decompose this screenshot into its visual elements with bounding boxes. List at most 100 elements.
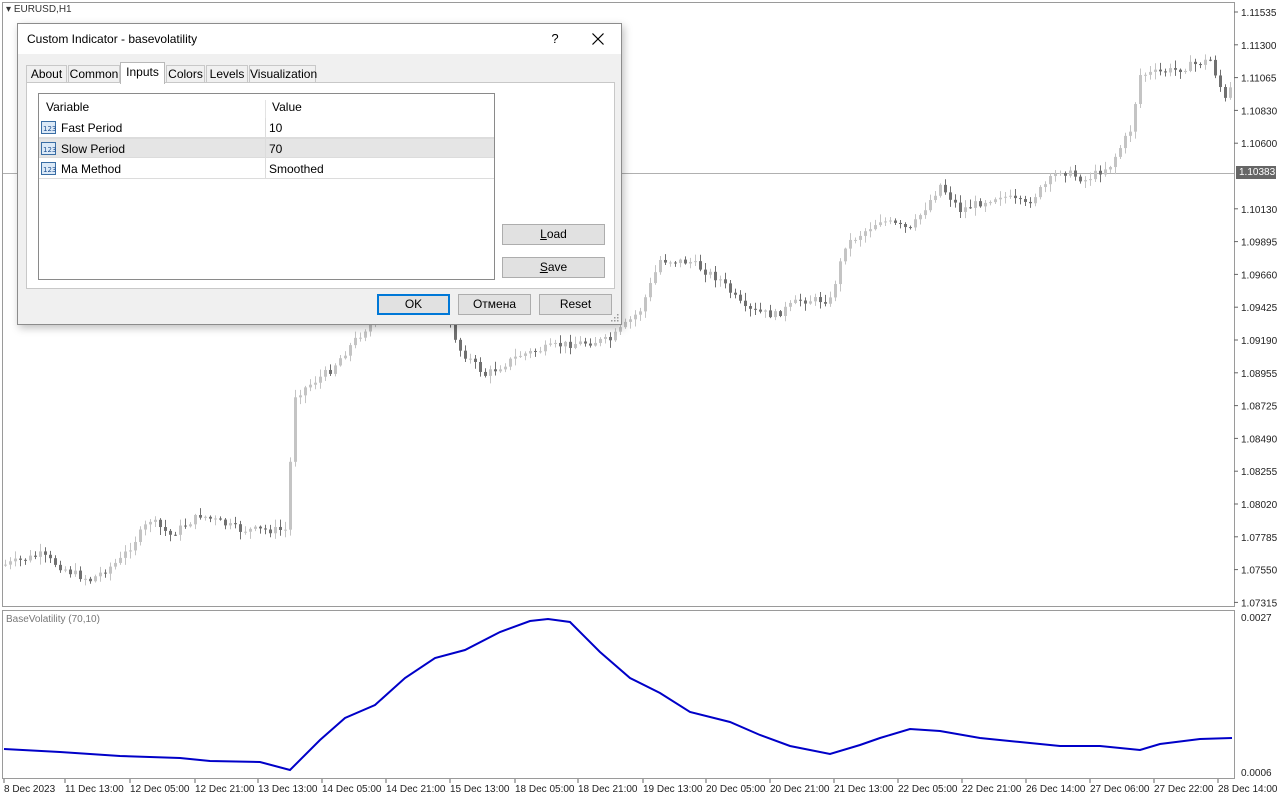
candle-body <box>584 341 587 344</box>
candle-body <box>1009 195 1012 197</box>
tab-colors[interactable]: Colors <box>166 65 205 83</box>
candle-body <box>489 369 492 376</box>
candle-body <box>1019 198 1022 200</box>
candle-body <box>889 220 892 222</box>
candle-body <box>634 314 637 320</box>
candle-body <box>1044 184 1047 187</box>
candle-body <box>209 516 212 519</box>
tab-inputs[interactable]: Inputs <box>120 62 165 84</box>
candle-body <box>1099 170 1102 175</box>
reset-button[interactable]: Reset <box>539 294 612 315</box>
tab-levels[interactable]: Levels <box>206 65 248 83</box>
candle-body <box>614 331 617 341</box>
variable-value[interactable]: Smoothed <box>269 162 324 176</box>
price-axis-label: 1.10600 <box>1241 139 1278 150</box>
candle-body <box>629 319 632 322</box>
candle-body <box>939 184 942 196</box>
price-axis-label: 1.08725 <box>1241 402 1278 413</box>
candle-body <box>119 557 122 563</box>
ok-button[interactable]: OK <box>377 294 450 315</box>
chart-symbol-label: ▾ EURUSD,H1 <box>6 4 72 15</box>
candle-body <box>874 225 877 230</box>
candle-body <box>654 272 657 284</box>
load-label: oad <box>546 227 567 241</box>
variable-value[interactable]: 70 <box>269 142 282 156</box>
candle-body <box>594 342 597 346</box>
candle-body <box>909 227 912 229</box>
table-row[interactable]: 123 Fast Period 10 <box>39 118 494 138</box>
inputs-table[interactable]: Variable Value 123 Fast Period 10 123 Sl… <box>38 93 495 280</box>
candle-body <box>1124 135 1127 149</box>
indicator-axis-label: 0.0006 <box>1241 768 1272 779</box>
time-axis-label: 19 Dec 13:00 <box>643 784 703 795</box>
candle-body <box>809 301 812 304</box>
time-axis-label: 14 Dec 05:00 <box>322 784 382 795</box>
candle-body <box>569 341 572 348</box>
time-axis-label: 21 Dec 13:00 <box>834 784 894 795</box>
cancel-button[interactable]: Отмена <box>458 294 531 315</box>
candle-body <box>14 558 17 562</box>
candle-body <box>359 337 362 339</box>
column-header-variable[interactable]: Variable <box>46 100 89 114</box>
candle-body <box>344 355 347 359</box>
time-axis-label: 20 Dec 05:00 <box>706 784 766 795</box>
candle-body <box>354 337 357 346</box>
price-axis-label: 1.08955 <box>1241 369 1278 380</box>
variable-name: Ma Method <box>61 162 122 176</box>
candle-body <box>174 534 177 536</box>
candle-body <box>1014 195 1017 199</box>
candle-body <box>1134 104 1137 132</box>
candle-body <box>784 306 787 316</box>
candle-body <box>994 199 997 203</box>
candle-body <box>134 541 137 551</box>
candle-body <box>834 284 837 298</box>
load-button[interactable]: Load <box>502 224 605 245</box>
tab-about[interactable]: About <box>26 65 67 83</box>
save-button[interactable]: Save <box>502 257 605 278</box>
candle-body <box>29 555 32 561</box>
candle-body <box>469 358 472 360</box>
candle-body <box>1039 186 1042 198</box>
candle-body <box>564 341 567 347</box>
candle-body <box>69 569 72 575</box>
table-row[interactable]: 123 Ma Method Smoothed <box>39 159 494 179</box>
tab-visualization[interactable]: Visualization <box>249 65 317 83</box>
candle-body <box>229 523 232 526</box>
tab-common[interactable]: Common <box>68 65 120 83</box>
candle-body <box>494 369 497 372</box>
candle-body <box>509 358 512 367</box>
candle-body <box>954 199 957 203</box>
indicator-frame <box>2 610 1235 779</box>
chart-menu-triangle-icon[interactable]: ▾ <box>6 4 11 15</box>
dialog-titlebar[interactable]: Custom Indicator - basevolatility ? <box>18 24 621 54</box>
candle-body <box>234 523 237 525</box>
candle-body <box>244 531 247 533</box>
candle-body <box>1224 87 1227 98</box>
close-button[interactable] <box>584 27 612 51</box>
candle-body <box>744 300 747 307</box>
candle-body <box>724 279 727 284</box>
table-row[interactable]: 123 Slow Period 70 <box>39 138 494 159</box>
candle-body <box>1144 74 1147 76</box>
price-axis-label: 1.11535 <box>1241 8 1277 19</box>
candle-body <box>284 529 287 531</box>
variable-value[interactable]: 10 <box>269 121 282 135</box>
candle-body <box>1089 179 1092 181</box>
column-header-value[interactable]: Value <box>272 100 302 114</box>
candle-body <box>764 310 767 312</box>
help-button[interactable]: ? <box>544 28 566 50</box>
candle-body <box>839 261 842 285</box>
candle-body <box>294 397 297 462</box>
candle-body <box>769 310 772 318</box>
candle-body <box>844 248 847 262</box>
cell-divider <box>265 159 266 179</box>
candle-body <box>589 343 592 346</box>
candle-body <box>754 308 757 310</box>
resize-grip-icon[interactable] <box>611 314 619 322</box>
candle-body <box>1054 173 1057 177</box>
candle-body <box>789 302 792 307</box>
candle-body <box>4 564 7 566</box>
candle-body <box>984 202 987 207</box>
price-axis-label: 1.07785 <box>1241 533 1278 544</box>
time-axis-label: 22 Dec 21:00 <box>962 784 1022 795</box>
